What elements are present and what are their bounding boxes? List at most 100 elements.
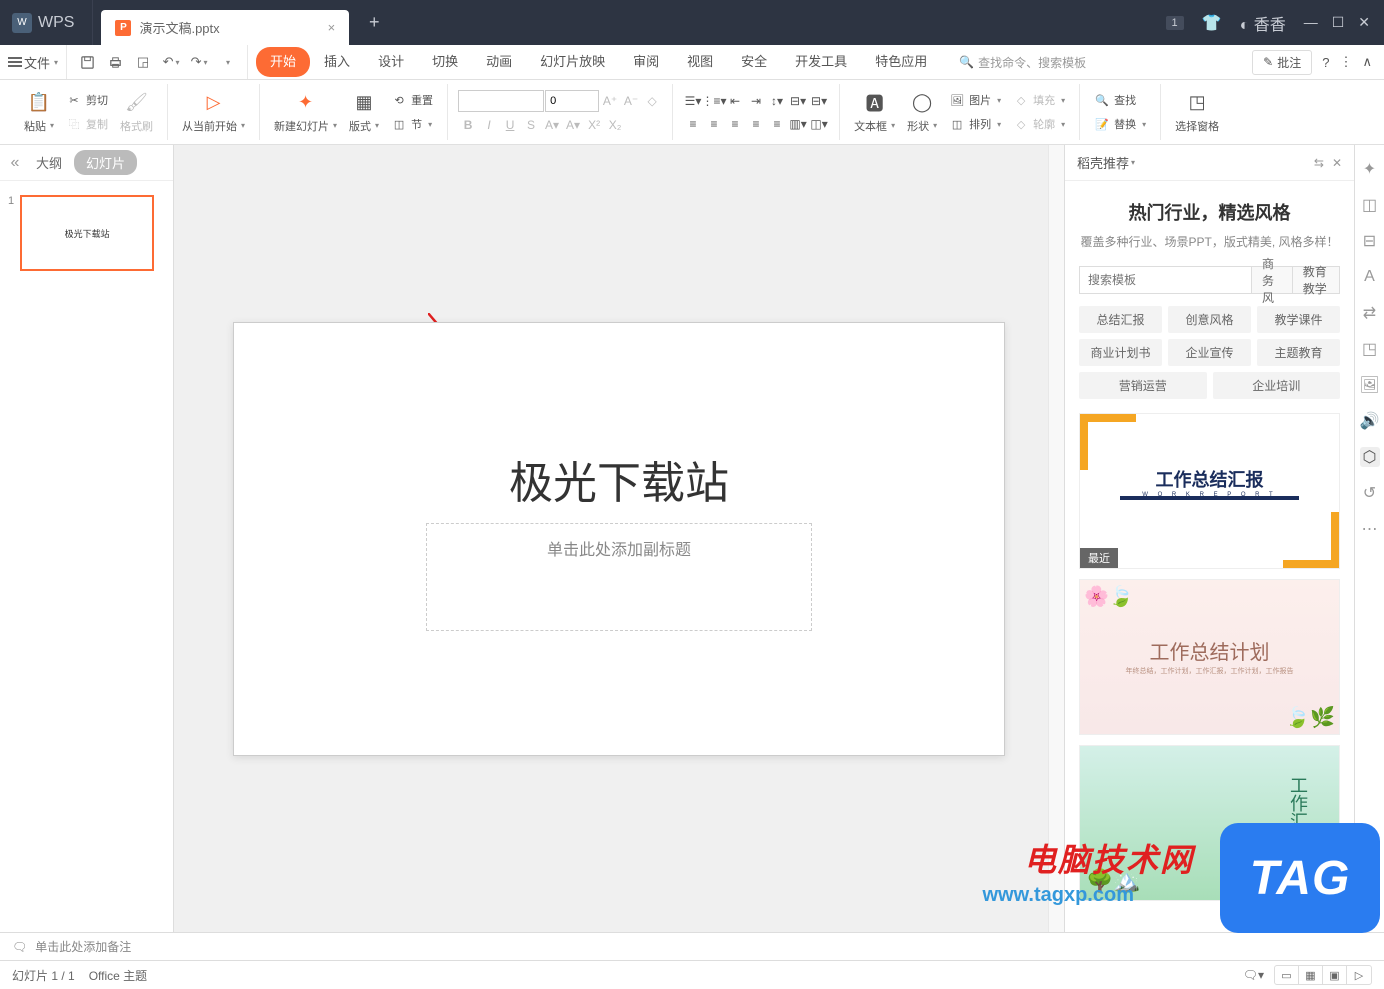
strip-icon-8[interactable]: 🔊: [1360, 411, 1380, 431]
justify-button[interactable]: ≡: [746, 114, 766, 134]
arrange-button[interactable]: ◫排列▾: [945, 114, 1005, 134]
slideshow-view-button[interactable]: ▷: [1347, 966, 1371, 984]
align-text-button[interactable]: ⊟▾: [809, 91, 829, 111]
strip-icon-2[interactable]: ◫: [1360, 195, 1380, 215]
underline-button[interactable]: U: [500, 115, 520, 135]
template-tag[interactable]: 企业宣传: [1168, 339, 1251, 366]
strip-icon-6[interactable]: ◳: [1360, 339, 1380, 359]
print-preview-button[interactable]: ◲: [129, 48, 157, 76]
font-color-button[interactable]: A▾: [542, 115, 562, 135]
file-menu[interactable]: 文件 ▾: [0, 45, 67, 79]
undo-button[interactable]: ↶▾: [157, 48, 185, 76]
template-search-input[interactable]: [1079, 266, 1252, 294]
annotation-button[interactable]: ✎ 批注: [1252, 50, 1312, 75]
text-direction-button[interactable]: ⊟▾: [788, 91, 808, 111]
distribute-button[interactable]: ≡: [767, 114, 787, 134]
strip-icon-1[interactable]: ✦: [1360, 159, 1380, 179]
template-filter-business[interactable]: 商务风: [1252, 266, 1293, 294]
thumbnail-item[interactable]: 1 极光下载站: [8, 195, 165, 271]
maximize-button[interactable]: ☐: [1332, 14, 1345, 31]
section-button[interactable]: ◫节▾: [387, 114, 437, 134]
select-pane-button[interactable]: ◳ 选择窗格: [1171, 91, 1223, 134]
template-card-1[interactable]: 工作总结汇报 W O R K R E P O R T 最近: [1079, 413, 1340, 569]
clear-format-button[interactable]: ◇: [642, 91, 662, 111]
command-search[interactable]: 🔍 查找命令、搜索模板: [959, 54, 1086, 71]
strip-icon-3[interactable]: ⊟: [1360, 231, 1380, 251]
template-card-2[interactable]: 工作总结计划 年终总结，工作计划，工作汇报，工作计划，工作报告: [1079, 579, 1340, 735]
find-button[interactable]: 🔍查找: [1090, 90, 1150, 110]
decrease-indent-button[interactable]: ⇤: [725, 91, 745, 111]
template-tag[interactable]: 商业计划书: [1079, 339, 1162, 366]
font-name-input[interactable]: [458, 90, 544, 112]
new-slide-button[interactable]: ✦ 新建幻灯片▾: [270, 91, 341, 134]
quick-access-more[interactable]: ▾: [213, 48, 241, 76]
align-right-button[interactable]: ≡: [725, 114, 745, 134]
layout-button[interactable]: ▦ 版式▾: [345, 91, 383, 134]
from-current-button[interactable]: ▷ 从当前开始▾: [178, 91, 249, 134]
outline-tab-outline[interactable]: 大纲: [36, 153, 62, 172]
convert-smartart-button[interactable]: ◫▾: [809, 114, 829, 134]
tab-design[interactable]: 设计: [364, 47, 418, 77]
copy-button[interactable]: ⿻复制: [62, 114, 112, 134]
tab-animation[interactable]: 动画: [472, 47, 526, 77]
italic-button[interactable]: I: [479, 115, 499, 135]
strip-icon-9[interactable]: ⬡: [1360, 447, 1380, 467]
collapse-outline-button[interactable]: «: [0, 145, 30, 181]
outline-button[interactable]: ◇轮廓▾: [1009, 114, 1069, 134]
print-button[interactable]: [101, 48, 129, 76]
pane-close-button[interactable]: ✕: [1332, 156, 1342, 170]
align-center-button[interactable]: ≡: [704, 114, 724, 134]
subscript-button[interactable]: X₂: [605, 115, 625, 135]
notes-bar[interactable]: 🗨 单击此处添加备注: [0, 932, 1384, 960]
add-tab-button[interactable]: +: [357, 6, 391, 40]
template-tag[interactable]: 创意风格: [1168, 306, 1251, 333]
text-box-button[interactable]: 🅰 文本框▾: [850, 91, 899, 134]
menubar-more[interactable]: ∧: [1362, 54, 1372, 70]
help-button[interactable]: ?: [1322, 55, 1329, 70]
tab-special[interactable]: 特色应用: [861, 47, 941, 77]
wps-home-button[interactable]: W WPS: [0, 0, 93, 45]
template-tag[interactable]: 教学课件: [1257, 306, 1340, 333]
slide[interactable]: 极光下载站 单击此处添加副标题: [233, 322, 1005, 756]
pane-settings-button[interactable]: ⇆: [1314, 156, 1324, 170]
tab-insert[interactable]: 插入: [310, 47, 364, 77]
notification-badge[interactable]: 1: [1166, 16, 1184, 30]
tab-security[interactable]: 安全: [727, 47, 781, 77]
strip-icon-4[interactable]: A: [1360, 267, 1380, 287]
template-tag[interactable]: 主题教育: [1257, 339, 1340, 366]
close-window-button[interactable]: ✕: [1358, 14, 1370, 31]
reset-button[interactable]: ⟲重置: [387, 90, 437, 110]
tab-view[interactable]: 视图: [673, 47, 727, 77]
replace-button[interactable]: 📝替换▾: [1090, 114, 1150, 134]
tab-start[interactable]: 开始: [256, 47, 310, 77]
template-filter-education[interactable]: 教育教学: [1293, 266, 1340, 294]
slide-title[interactable]: 极光下载站: [509, 447, 729, 511]
columns-button[interactable]: ▥▾: [788, 114, 808, 134]
strip-icon-5[interactable]: ⇄: [1360, 303, 1380, 323]
collapse-ribbon-button[interactable]: ⋮: [1339, 54, 1352, 70]
sorter-view-button[interactable]: ▦: [1299, 966, 1323, 984]
shapes-button[interactable]: ◯ 形状▾: [903, 91, 941, 134]
template-tag[interactable]: 总结汇报: [1079, 306, 1162, 333]
paste-button[interactable]: 📋 粘贴▾: [20, 91, 58, 134]
user-avatar[interactable]: ◐ 香香: [1240, 11, 1286, 35]
reading-view-button[interactable]: ▣: [1323, 966, 1347, 984]
line-spacing-button[interactable]: ↕▾: [767, 91, 787, 111]
increase-indent-button[interactable]: ⇥: [746, 91, 766, 111]
bold-button[interactable]: B: [458, 115, 478, 135]
align-left-button[interactable]: ≡: [683, 114, 703, 134]
tab-transition[interactable]: 切换: [418, 47, 472, 77]
increase-font-button[interactable]: A⁺: [600, 91, 620, 111]
tab-review[interactable]: 审阅: [619, 47, 673, 77]
picture-button[interactable]: 🖼图片▾: [945, 90, 1005, 110]
template-tag[interactable]: 企业培训: [1213, 372, 1341, 399]
decrease-font-button[interactable]: A⁻: [621, 91, 641, 111]
highlight-button[interactable]: A▾: [563, 115, 583, 135]
font-size-input[interactable]: [545, 90, 599, 112]
fill-button[interactable]: ◇填充▾: [1009, 90, 1069, 110]
slide-subtitle-placeholder[interactable]: 单击此处添加副标题: [426, 523, 812, 631]
document-tab[interactable]: 演示文稿.pptx ×: [101, 10, 349, 45]
tab-slideshow[interactable]: 幻灯片放映: [526, 47, 619, 77]
strip-icon-11[interactable]: ⋯: [1360, 519, 1380, 539]
outline-tab-slides[interactable]: 幻灯片: [74, 150, 137, 175]
